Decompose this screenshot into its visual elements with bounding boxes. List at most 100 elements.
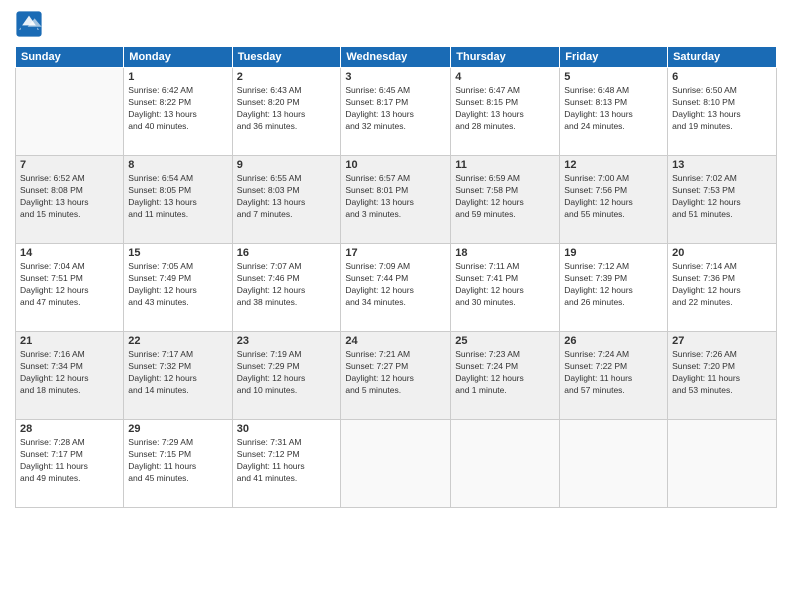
day-info: Sunrise: 6:47 AM Sunset: 8:15 PM Dayligh…	[455, 85, 555, 133]
day-number: 27	[672, 335, 772, 347]
day-cell: 23 Sunrise: 7:19 AM Sunset: 7:29 PM Dayli…	[232, 332, 341, 420]
day-info: Sunrise: 6:52 AM Sunset: 8:08 PM Dayligh…	[20, 173, 119, 221]
day-cell: 3 Sunrise: 6:45 AM Sunset: 8:17 PM Daylig…	[341, 68, 451, 156]
day-cell	[451, 420, 560, 508]
day-info: Sunrise: 7:16 AM Sunset: 7:34 PM Dayligh…	[20, 349, 119, 397]
day-number: 1	[128, 71, 227, 83]
day-number: 14	[20, 247, 119, 259]
day-number: 13	[672, 159, 772, 171]
day-cell: 30 Sunrise: 7:31 AM Sunset: 7:12 PM Dayli…	[232, 420, 341, 508]
day-number: 26	[564, 335, 663, 347]
day-cell: 24 Sunrise: 7:21 AM Sunset: 7:27 PM Dayli…	[341, 332, 451, 420]
day-info: Sunrise: 7:02 AM Sunset: 7:53 PM Dayligh…	[672, 173, 772, 221]
day-info: Sunrise: 6:45 AM Sunset: 8:17 PM Dayligh…	[345, 85, 446, 133]
day-number: 17	[345, 247, 446, 259]
day-info: Sunrise: 7:29 AM Sunset: 7:15 PM Dayligh…	[128, 437, 227, 485]
day-cell: 25 Sunrise: 7:23 AM Sunset: 7:24 PM Dayli…	[451, 332, 560, 420]
day-number: 30	[237, 423, 337, 435]
day-number: 25	[455, 335, 555, 347]
day-number: 12	[564, 159, 663, 171]
day-info: Sunrise: 6:42 AM Sunset: 8:22 PM Dayligh…	[128, 85, 227, 133]
week-row-1: 1 Sunrise: 6:42 AM Sunset: 8:22 PM Daylig…	[16, 68, 777, 156]
day-cell: 2 Sunrise: 6:43 AM Sunset: 8:20 PM Daylig…	[232, 68, 341, 156]
day-cell: 14 Sunrise: 7:04 AM Sunset: 7:51 PM Dayli…	[16, 244, 124, 332]
day-info: Sunrise: 6:55 AM Sunset: 8:03 PM Dayligh…	[237, 173, 337, 221]
header-day-thursday: Thursday	[451, 47, 560, 68]
day-cell: 4 Sunrise: 6:47 AM Sunset: 8:15 PM Daylig…	[451, 68, 560, 156]
day-info: Sunrise: 6:59 AM Sunset: 7:58 PM Dayligh…	[455, 173, 555, 221]
day-cell: 29 Sunrise: 7:29 AM Sunset: 7:15 PM Dayli…	[124, 420, 232, 508]
day-number: 29	[128, 423, 227, 435]
day-cell: 19 Sunrise: 7:12 AM Sunset: 7:39 PM Dayli…	[560, 244, 668, 332]
header	[15, 10, 777, 38]
day-number: 8	[128, 159, 227, 171]
week-row-5: 28Sunrise: 7:28 AM Sunset: 7:17 PM Dayli…	[16, 420, 777, 508]
day-cell: 20 Sunrise: 7:14 AM Sunset: 7:36 PM Dayli…	[668, 244, 777, 332]
week-row-4: 21 Sunrise: 7:16 AM Sunset: 7:34 PM Dayli…	[16, 332, 777, 420]
day-cell: 1 Sunrise: 6:42 AM Sunset: 8:22 PM Daylig…	[124, 68, 232, 156]
day-info: Sunrise: 7:14 AM Sunset: 7:36 PM Dayligh…	[672, 261, 772, 309]
day-info: Sunrise: 7:28 AM Sunset: 7:17 PM Dayligh…	[20, 437, 119, 485]
header-day-friday: Friday	[560, 47, 668, 68]
day-number: 3	[345, 71, 446, 83]
day-info: Sunrise: 6:48 AM Sunset: 8:13 PM Dayligh…	[564, 85, 663, 133]
page: SundayMondayTuesdayWednesdayThursdayFrid…	[0, 0, 792, 612]
day-number: 22	[128, 335, 227, 347]
logo	[15, 10, 47, 38]
day-cell: 13 Sunrise: 7:02 AM Sunset: 7:53 PM Dayli…	[668, 156, 777, 244]
day-info: Sunrise: 7:17 AM Sunset: 7:32 PM Dayligh…	[128, 349, 227, 397]
day-info: Sunrise: 7:19 AM Sunset: 7:29 PM Dayligh…	[237, 349, 337, 397]
header-day-monday: Monday	[124, 47, 232, 68]
day-cell: 22 Sunrise: 7:17 AM Sunset: 7:32 PM Dayli…	[124, 332, 232, 420]
day-cell	[341, 420, 451, 508]
day-info: Sunrise: 7:23 AM Sunset: 7:24 PM Dayligh…	[455, 349, 555, 397]
day-cell: 12 Sunrise: 7:00 AM Sunset: 7:56 PM Dayli…	[560, 156, 668, 244]
day-number: 9	[237, 159, 337, 171]
day-cell: 16 Sunrise: 7:07 AM Sunset: 7:46 PM Dayli…	[232, 244, 341, 332]
day-cell: 5Sunrise: 6:48 AM Sunset: 8:13 PM Daylig…	[560, 68, 668, 156]
day-cell: 17Sunrise: 7:09 AM Sunset: 7:44 PM Dayli…	[341, 244, 451, 332]
day-info: Sunrise: 7:24 AM Sunset: 7:22 PM Dayligh…	[564, 349, 663, 397]
week-row-2: 7Sunrise: 6:52 AM Sunset: 8:08 PM Daylig…	[16, 156, 777, 244]
header-row: SundayMondayTuesdayWednesdayThursdayFrid…	[16, 47, 777, 68]
day-cell: 11Sunrise: 6:59 AM Sunset: 7:58 PM Dayli…	[451, 156, 560, 244]
day-info: Sunrise: 7:05 AM Sunset: 7:49 PM Dayligh…	[128, 261, 227, 309]
day-info: Sunrise: 6:57 AM Sunset: 8:01 PM Dayligh…	[345, 173, 446, 221]
calendar-table: SundayMondayTuesdayWednesdayThursdayFrid…	[15, 46, 777, 508]
day-info: Sunrise: 6:43 AM Sunset: 8:20 PM Dayligh…	[237, 85, 337, 133]
day-number: 2	[237, 71, 337, 83]
day-number: 4	[455, 71, 555, 83]
day-number: 24	[345, 335, 446, 347]
day-info: Sunrise: 7:12 AM Sunset: 7:39 PM Dayligh…	[564, 261, 663, 309]
day-number: 19	[564, 247, 663, 259]
day-info: Sunrise: 7:07 AM Sunset: 7:46 PM Dayligh…	[237, 261, 337, 309]
day-info: Sunrise: 7:04 AM Sunset: 7:51 PM Dayligh…	[20, 261, 119, 309]
day-cell: 26 Sunrise: 7:24 AM Sunset: 7:22 PM Dayli…	[560, 332, 668, 420]
day-cell: 6Sunrise: 6:50 AM Sunset: 8:10 PM Daylig…	[668, 68, 777, 156]
week-row-3: 14 Sunrise: 7:04 AM Sunset: 7:51 PM Dayli…	[16, 244, 777, 332]
day-number: 23	[237, 335, 337, 347]
day-number: 21	[20, 335, 119, 347]
day-number: 20	[672, 247, 772, 259]
day-cell	[560, 420, 668, 508]
day-cell: 18Sunrise: 7:11 AM Sunset: 7:41 PM Dayli…	[451, 244, 560, 332]
logo-icon	[15, 10, 43, 38]
day-number: 6	[672, 71, 772, 83]
header-day-wednesday: Wednesday	[341, 47, 451, 68]
day-cell: 21 Sunrise: 7:16 AM Sunset: 7:34 PM Dayli…	[16, 332, 124, 420]
day-number: 16	[237, 247, 337, 259]
day-cell: 7Sunrise: 6:52 AM Sunset: 8:08 PM Daylig…	[16, 156, 124, 244]
day-info: Sunrise: 7:31 AM Sunset: 7:12 PM Dayligh…	[237, 437, 337, 485]
day-info: Sunrise: 7:21 AM Sunset: 7:27 PM Dayligh…	[345, 349, 446, 397]
day-info: Sunrise: 6:54 AM Sunset: 8:05 PM Dayligh…	[128, 173, 227, 221]
day-cell: 15 Sunrise: 7:05 AM Sunset: 7:49 PM Dayli…	[124, 244, 232, 332]
day-cell	[16, 68, 124, 156]
day-info: Sunrise: 7:00 AM Sunset: 7:56 PM Dayligh…	[564, 173, 663, 221]
day-cell: 8 Sunrise: 6:54 AM Sunset: 8:05 PM Daylig…	[124, 156, 232, 244]
day-cell	[668, 420, 777, 508]
day-number: 10	[345, 159, 446, 171]
day-cell: 28Sunrise: 7:28 AM Sunset: 7:17 PM Dayli…	[16, 420, 124, 508]
header-day-sunday: Sunday	[16, 47, 124, 68]
calendar-body: 1 Sunrise: 6:42 AM Sunset: 8:22 PM Daylig…	[16, 68, 777, 508]
day-number: 15	[128, 247, 227, 259]
